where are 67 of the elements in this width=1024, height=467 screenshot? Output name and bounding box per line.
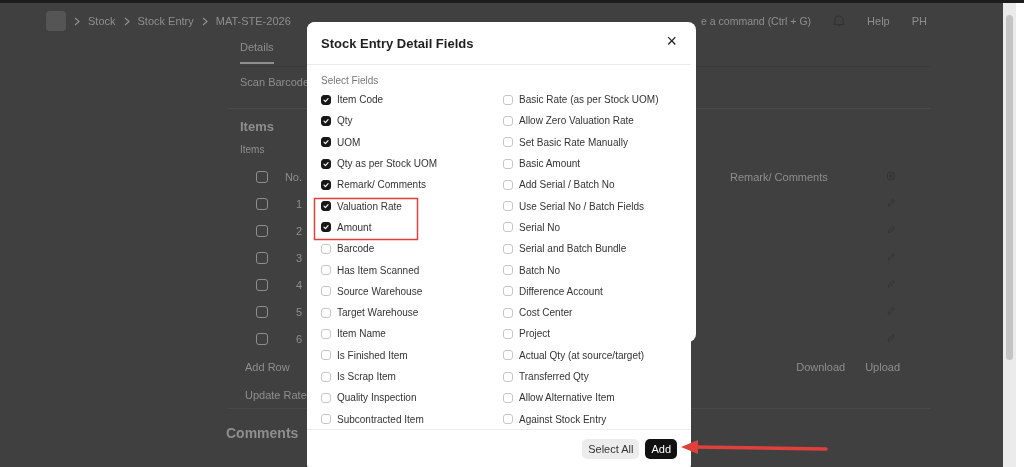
checkbox-label[interactable]: Item Name — [337, 328, 386, 340]
checkbox-label[interactable]: Source Warehouse — [337, 285, 423, 297]
checkbox[interactable] — [321, 201, 331, 212]
checkbox[interactable] — [256, 251, 268, 264]
checkbox-label[interactable]: Target Warehouse — [337, 307, 419, 319]
checkbox-label[interactable]: Basic Rate (as per Stock UOM) — [519, 94, 659, 106]
checkbox-label[interactable]: Actual Qty (at source/target) — [519, 349, 645, 361]
checkbox-label[interactable]: Batch No — [519, 264, 561, 276]
close-button[interactable]: × — [666, 32, 677, 50]
checkbox[interactable] — [321, 94, 331, 105]
add-button[interactable]: Add — [645, 439, 677, 459]
checkbox[interactable] — [256, 224, 268, 237]
row-number: 4 — [294, 278, 302, 291]
checkbox-label[interactable]: Basic Amount — [519, 158, 581, 170]
checkbox-label[interactable]: Project — [519, 328, 551, 340]
checkbox[interactable] — [321, 115, 331, 126]
checkbox[interactable] — [256, 170, 268, 183]
checkbox-label[interactable]: Amount — [337, 221, 372, 233]
dialog-title: Stock Entry Detail Fields — [321, 35, 474, 51]
column-header: No. — [283, 170, 302, 183]
checkbox-label[interactable]: Item Code — [337, 94, 384, 106]
row-number: 5 — [294, 305, 302, 318]
section-title: Items — [240, 119, 274, 134]
checkbox-label[interactable]: Add Serial / Batch No — [519, 179, 615, 191]
checkbox-label[interactable]: Is Finished Item — [337, 349, 408, 361]
checkbox-label[interactable]: Allow Zero Valuation Rate — [519, 115, 634, 127]
checkbox[interactable] — [321, 158, 331, 169]
table-label: Items — [240, 144, 265, 155]
checkbox[interactable] — [321, 222, 331, 233]
checkbox[interactable] — [321, 137, 331, 148]
column-header: Remark/ Comments — [730, 170, 829, 183]
row-number: 2 — [294, 224, 302, 237]
checkbox-label[interactable]: Transferred Qty — [519, 371, 589, 382]
select-all-button[interactable]: Select All — [582, 439, 640, 459]
chevron-icon — [201, 16, 208, 26]
checkbox[interactable] — [256, 197, 268, 210]
checkbox-label[interactable]: Serial and Batch Bundle — [519, 243, 627, 255]
checkbox-label[interactable]: Against Stock Entry — [519, 413, 607, 425]
chevron-icon — [74, 16, 80, 26]
row-number: 6 — [294, 332, 302, 345]
checkbox-label[interactable]: Has Item Scanned — [337, 264, 420, 276]
checkbox[interactable] — [321, 179, 331, 190]
checkbox-label[interactable]: Qty — [337, 115, 353, 127]
checkbox-label[interactable]: UOM — [337, 136, 361, 148]
section-title: Comments — [226, 425, 299, 441]
checkbox-label[interactable]: Use Serial No / Batch Fields — [519, 200, 645, 212]
checkbox-label[interactable]: Serial No — [519, 221, 561, 233]
scrollbar[interactable] — [1003, 3, 1016, 467]
checkbox-label[interactable]: Difference Account — [519, 285, 603, 297]
field-label: Scan Barcode — [240, 76, 310, 90]
checkbox-label[interactable]: Is Scrap Item — [337, 371, 396, 382]
checkbox-label[interactable]: Valuation Rate — [337, 200, 402, 212]
checkbox-label[interactable]: Qty as per Stock UOM — [337, 158, 438, 170]
checkbox-label[interactable]: Quality Inspection — [337, 392, 417, 404]
checkbox-label[interactable]: Subcontracted Item — [337, 413, 424, 425]
section-label: Select Fields — [321, 75, 380, 86]
checkbox-label[interactable]: Allow Alternative Item — [519, 392, 615, 404]
checkbox[interactable] — [256, 305, 268, 318]
row-number: 1 — [294, 197, 302, 210]
row-number: 3 — [294, 251, 302, 264]
checkbox-label[interactable]: Barcode — [337, 243, 375, 255]
checkbox-label[interactable]: Set Basic Rate Manually — [519, 136, 628, 148]
checkbox[interactable] — [256, 332, 268, 345]
checkbox[interactable] — [256, 278, 268, 291]
checkbox-label[interactable]: Remark/ Comments — [337, 179, 426, 191]
chevron-icon — [123, 16, 130, 26]
checkbox-label[interactable]: Cost Center — [519, 307, 573, 319]
